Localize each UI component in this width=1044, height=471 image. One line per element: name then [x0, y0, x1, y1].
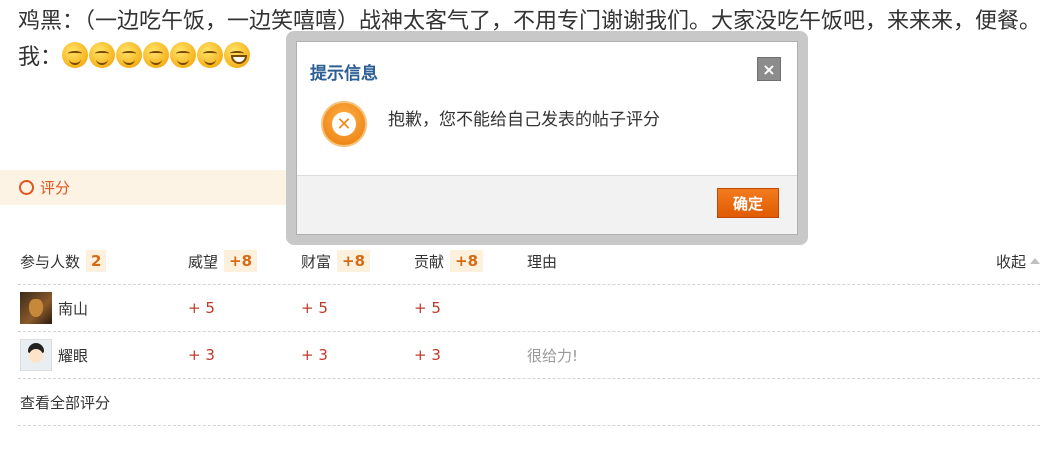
dialog-message: 抱歉，您不能给自己发表的帖子评分: [388, 110, 660, 130]
contribution-score: + 5: [414, 299, 441, 317]
dialog-overlay: 提示信息 × ✕ 抱歉，您不能给自己发表的帖子评分 确定: [286, 31, 808, 245]
dialog-footer: 确定: [297, 175, 797, 234]
view-all-ratings-link[interactable]: 查看全部评分: [20, 379, 110, 425]
contribution-total-badge: +8: [450, 250, 484, 272]
prestige-header: 威望: [188, 252, 219, 271]
prestige-total-badge: +8: [224, 250, 258, 272]
table-footer: 查看全部评分: [18, 379, 1040, 426]
prestige-score: + 3: [188, 346, 215, 364]
user-name-link[interactable]: 耀眼: [58, 345, 88, 366]
titter-emoji: [197, 42, 224, 68]
grin-emoji: [224, 42, 251, 68]
user-name-link[interactable]: 南山: [58, 298, 88, 319]
rate-tab-label: 评分: [40, 179, 71, 197]
rate-tab[interactable]: 评分: [0, 170, 296, 205]
wealth-total-badge: +8: [337, 250, 371, 272]
contribution-score: + 3: [414, 346, 441, 364]
table-row: 耀眼 + 3 + 3 + 3 很给力!: [18, 332, 1040, 379]
prestige-score: + 5: [188, 299, 215, 317]
reason-text: 很给力!: [527, 346, 579, 365]
contribution-header: 贡献: [414, 252, 445, 271]
collapse-link[interactable]: 收起: [996, 238, 1040, 284]
titter-emoji: [170, 42, 197, 68]
participants-count-badge: 2: [86, 250, 107, 272]
notice-dialog: 提示信息 × ✕ 抱歉，您不能给自己发表的帖子评分 确定: [296, 41, 798, 235]
emoji-row: [62, 42, 251, 68]
avatar[interactable]: [20, 339, 52, 371]
participants-header: 参与人数: [20, 252, 81, 271]
wealth-score: + 5: [301, 299, 328, 317]
titter-emoji: [89, 42, 116, 68]
titter-emoji: [116, 42, 143, 68]
rate-table-header: 参与人数 2 威望 +8 财富 +8 贡献 +8 理由 收起: [18, 238, 1040, 285]
error-x-icon: ✕: [321, 101, 367, 147]
post-line-2-prefix: 我：: [18, 45, 63, 70]
titter-emoji: [143, 42, 170, 68]
collapse-label: 收起: [995, 252, 1026, 271]
caret-up-icon: [1030, 258, 1040, 264]
rate-table: 参与人数 2 威望 +8 财富 +8 贡献 +8 理由 收起 南山 + 5 + …: [18, 238, 1040, 426]
close-icon[interactable]: ×: [757, 57, 781, 81]
dialog-title: 提示信息: [310, 64, 378, 84]
table-row: 南山 + 5 + 5 + 5: [18, 285, 1040, 332]
wealth-header: 财富: [301, 252, 332, 271]
wealth-score: + 3: [301, 346, 328, 364]
avatar[interactable]: [20, 292, 52, 324]
confirm-button[interactable]: 确定: [717, 188, 779, 218]
circle-icon: [19, 180, 34, 195]
titter-emoji: [62, 42, 89, 68]
